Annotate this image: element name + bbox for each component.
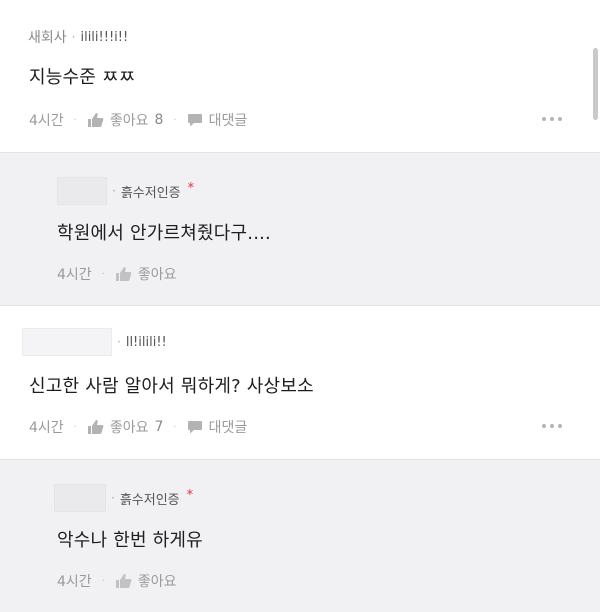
blurred-author-name (22, 328, 112, 356)
comment-author: · 흙수저인증 * (54, 484, 193, 512)
comment-actions: 4시간 · 좋아요 (57, 571, 177, 591)
author-tag: 흙수저인증 (120, 185, 181, 201)
speech-bubble-icon[interactable] (187, 113, 203, 128)
blurred-author-name (54, 484, 106, 512)
separator-dot: · (117, 335, 121, 349)
like-label[interactable]: 좋아요 (138, 264, 177, 284)
separator-dot: · (101, 575, 105, 587)
author-tag: ilili!!!i!! (80, 29, 129, 45)
thumbs-up-icon[interactable] (115, 266, 132, 282)
reply-button[interactable]: 대댓글 (209, 417, 248, 437)
separator-dot: · (73, 421, 77, 433)
timestamp: 4시간 (57, 267, 92, 283)
more-dots-icon[interactable] (542, 424, 562, 428)
thumbs-up-icon[interactable] (115, 573, 132, 589)
more-dots-icon[interactable] (542, 117, 562, 121)
reply-button[interactable]: 대댓글 (209, 110, 248, 130)
comment: 새회사 · ilili!!!i!! 지능수준 ㅉㅉ 4시간 · 좋아요 8 · … (0, 0, 600, 152)
comment-actions: 4시간 · 좋아요 7 · 대댓글 (29, 417, 247, 437)
comment-author: · ll!ilili!! (22, 328, 167, 356)
author-badge: * (187, 180, 195, 196)
separator-dot: · (112, 184, 116, 198)
comment-actions: 4시간 · 좋아요 (57, 264, 177, 284)
author-badge: * (186, 487, 194, 503)
thumbs-up-icon[interactable] (87, 112, 104, 128)
separator-dot: · (101, 268, 105, 280)
separator-dot: · (173, 114, 177, 126)
separator-dot: · (71, 30, 76, 44)
thumbs-up-icon[interactable] (87, 419, 104, 435)
author-name[interactable]: 새회사 (28, 27, 67, 47)
blurred-author-name (57, 177, 107, 205)
like-label[interactable]: 좋아요 (110, 417, 149, 437)
comment-actions: 4시간 · 좋아요 8 · 대댓글 (29, 110, 247, 130)
comment: · ll!ilili!! 신고한 사람 알아서 뭐하게? 사상보소 4시간 · … (0, 306, 600, 459)
author-tag: ll!ilili!! (125, 334, 167, 350)
comment-author: · 흙수저인증 * (57, 177, 194, 205)
reply-comment: · 흙수저인증 * 학원에서 안가르쳐줬다구.... 4시간 · 좋아요 (0, 153, 600, 305)
scrollbar[interactable] (593, 48, 598, 120)
separator-dot: · (111, 491, 115, 505)
like-label[interactable]: 좋아요 (138, 571, 177, 591)
comment-author: 새회사 · ilili!!!i!! (28, 27, 128, 47)
timestamp: 4시간 (29, 113, 64, 129)
reply-comment: · 흙수저인증 * 악수나 한번 하게유 4시간 · 좋아요 (0, 460, 600, 612)
separator-dot: · (173, 421, 177, 433)
like-count: 7 (154, 419, 164, 435)
comment-text: 신고한 사람 알아서 뭐하게? 사상보소 (29, 376, 314, 397)
comment-text: 악수나 한번 하게유 (57, 530, 203, 551)
like-count: 8 (154, 112, 164, 128)
separator-dot: · (73, 114, 77, 126)
comment-text: 지능수준 ㅉㅉ (29, 67, 136, 88)
comment-text: 학원에서 안가르쳐줬다구.... (57, 223, 271, 244)
timestamp: 4시간 (29, 420, 64, 436)
author-tag: 흙수저인증 (119, 492, 180, 508)
like-label[interactable]: 좋아요 (110, 110, 149, 130)
speech-bubble-icon[interactable] (187, 420, 203, 435)
timestamp: 4시간 (57, 574, 92, 590)
